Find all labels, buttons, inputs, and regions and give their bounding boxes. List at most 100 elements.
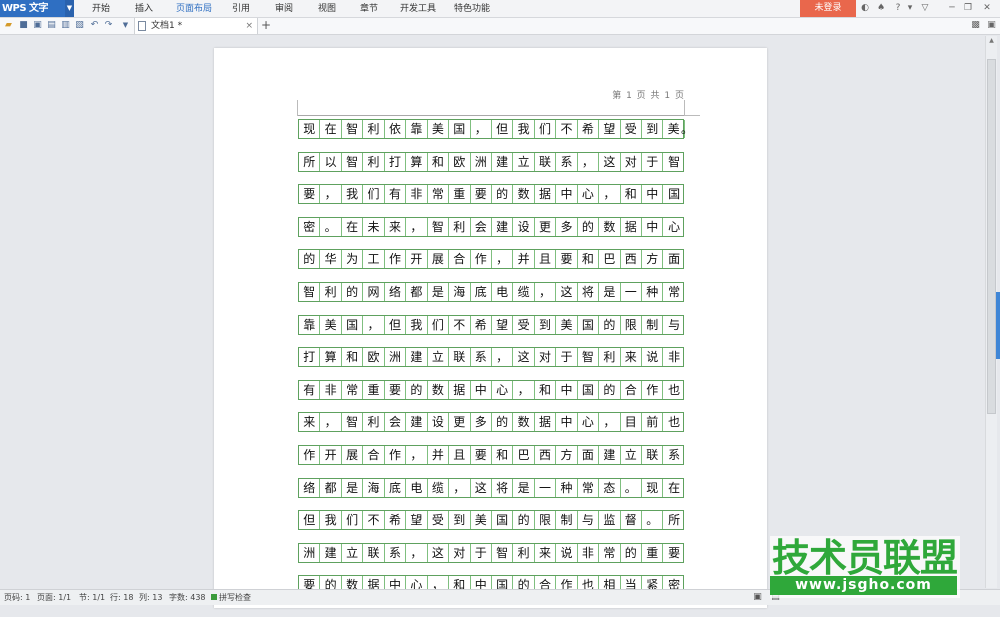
tab-developer[interactable]: 开发工具 [400,0,436,17]
close-icon[interactable]: ✕ [980,0,994,17]
format-painter-icon[interactable]: ▧ [74,20,85,31]
tab-references[interactable]: 引用 [232,0,250,17]
character-cell: 一 [535,478,557,497]
character-cell: ， [599,185,621,204]
character-cell: 系 [385,543,407,562]
character-cell: 中 [642,185,664,204]
text-grid[interactable]: 现在智利依靠美国，但我们不希望受到美。所以智利打算和欧洲建立联系，这对于智要，我… [298,117,693,617]
character-cell: 但 [492,120,514,138]
expand-icon[interactable]: ▣ [986,20,997,31]
status-spell-check[interactable]: 拼写检查 [219,590,251,605]
character-cell: 不 [449,315,471,334]
character-cell: 且 [535,250,557,269]
text-line[interactable]: 洲建立联系，这对于智利来说非常的重要 [298,542,684,563]
side-panel-handle[interactable] [996,292,1000,359]
minimize-icon[interactable]: ─ [945,0,959,17]
character-cell: 络 [299,478,321,497]
tab-page-layout[interactable]: 页面布局 [176,0,212,17]
print-icon[interactable]: ▤ [46,20,57,31]
character-cell: 常 [578,478,600,497]
character-cell: 。 [642,511,664,530]
character-cell: 智 [342,152,364,171]
text-line[interactable]: 的华为工作开展合作，并且要和巴西方面 [298,249,684,270]
watermark-title: 技术员联盟 [772,536,958,580]
character-cell: 是 [342,478,364,497]
document-tab[interactable]: 文档1 * × [134,18,258,34]
character-cell: 受 [513,315,535,334]
tab-chapter[interactable]: 章节 [360,0,378,17]
character-cell: 中 [556,413,578,432]
skin-icon[interactable]: ◐ [858,0,872,17]
tab-start[interactable]: 开始 [92,0,110,17]
text-line[interactable]: 但我们不希望受到美国的限制与监督。所 [298,510,684,531]
restore-icon[interactable]: ❐ [961,0,975,17]
settings-icon[interactable]: ▩ [970,20,981,31]
character-cell: 但 [299,511,321,530]
print-preview-icon[interactable]: ▥ [60,20,71,31]
character-cell: 设 [428,413,450,432]
character-cell: 以 [320,152,342,171]
character-cell: ， [492,348,514,367]
close-tab-icon[interactable]: × [245,18,253,34]
save-icon[interactable]: ■ [18,20,29,31]
text-line[interactable]: 络都是海底电缆，这将是一种常态。现在 [298,477,684,498]
chevron-down-icon[interactable]: ▼ [65,0,74,17]
new-tab-button[interactable]: + [261,18,271,33]
scroll-up-icon[interactable]: ▲ [986,36,997,46]
character-cell: 系 [556,152,578,171]
text-line[interactable]: 智利的网络都是海底电缆，这将是一种常 [298,282,684,302]
character-cell: 目 [621,413,642,432]
text-line[interactable]: 要，我们有非常重要的数据中心，和中国 [298,184,684,205]
character-cell: 美 [428,120,450,138]
text-line[interactable]: 所以智利打算和欧洲建立联系，这对于智 [298,151,684,172]
text-line[interactable]: 现在智利依靠美国，但我们不希望受到美。 [298,119,693,139]
status-word-count[interactable]: 字数: 438 [169,590,206,605]
tab-view[interactable]: 视图 [318,0,336,17]
text-line[interactable]: 打算和欧洲建立联系，这对于智利来说非 [298,347,684,368]
undo-icon[interactable]: ↶ [89,20,100,31]
spell-check-icon [211,594,217,600]
status-page-number[interactable]: 页码: 1 [4,590,30,605]
app-menu-button[interactable]: WPS 文字 ▼ [0,0,74,17]
character-cell: 立 [428,348,450,367]
document-icon [138,21,146,31]
export-icon[interactable]: ▣ [32,20,43,31]
text-line[interactable]: 有非常重要的数据中心，和中国的合作也 [298,379,684,400]
collapse-ribbon-icon[interactable]: ▽ [918,0,932,17]
character-cell: 来 [299,413,321,432]
character-cell: 方 [642,250,664,269]
shirt-icon[interactable]: ♠ [874,0,888,17]
customize-chevron-icon[interactable]: ▼ [120,20,131,31]
text-line[interactable]: 密。在未来，智利会建设更多的数据中心 [298,216,684,237]
character-cell: 受 [621,120,642,138]
status-section: 节: 1/1 [79,593,106,602]
character-cell: 不 [363,511,385,530]
character-cell: 国 [449,120,471,138]
tab-review[interactable]: 审阅 [275,0,293,17]
redo-icon[interactable]: ↷ [103,20,114,31]
character-cell: 底 [471,283,492,301]
character-cell: 展 [342,446,364,464]
fit-page-icon[interactable]: ▣ [752,592,763,603]
tab-features[interactable]: 特色功能 [454,0,490,17]
character-cell: 更 [449,413,471,432]
tab-insert[interactable]: 插入 [135,0,153,17]
text-line[interactable]: 作开展合作，并且要和巴西方面建立联系 [298,445,684,465]
character-cell: 络 [385,283,407,301]
character-cell: 缆 [428,478,450,497]
text-line[interactable]: 来，智利会建设更多的数据中心，目前也 [298,412,684,433]
character-cell: 非 [406,185,428,204]
character-cell: 非 [578,543,600,562]
menu-bar: WPS 文字 ▼ 开始 插入 页面布局 引用 审阅 视图 章节 开发工具 特色功… [0,0,1000,18]
open-icon[interactable]: ▰ [3,20,14,31]
help-dropdown-icon[interactable]: ▾ [903,0,917,17]
character-cell: 希 [385,511,407,530]
character-cell: 与 [668,317,681,332]
document-page[interactable]: 第 1 页 共 1 页 现在智利依靠美国，但我们不希望受到美。所以智利打算和欧洲… [214,48,767,608]
character-cell: 巴 [513,446,535,464]
character-cell: 重 [642,543,664,562]
login-button[interactable]: 未登录 [800,0,856,17]
scrollbar-thumb[interactable] [987,59,996,414]
character-cell: 对 [621,152,642,171]
text-line[interactable]: 靠美国，但我们不希望受到美国的限制与 [298,314,684,335]
